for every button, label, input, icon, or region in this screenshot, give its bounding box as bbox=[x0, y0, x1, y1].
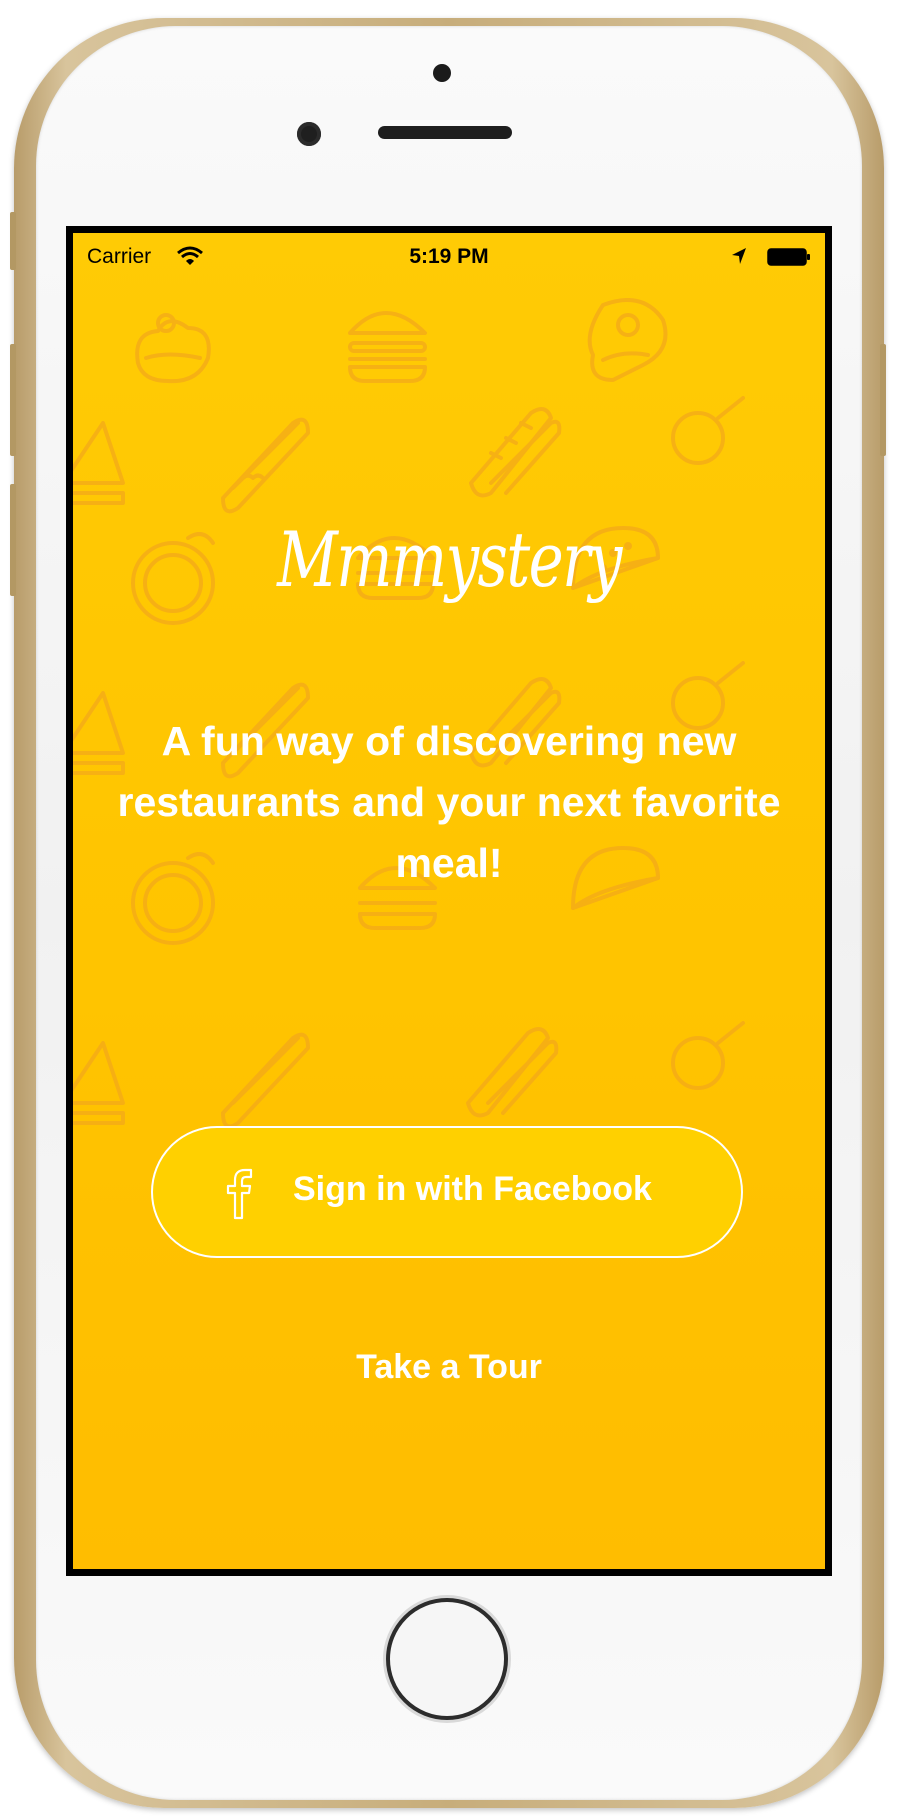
cake-icon bbox=[135, 313, 211, 384]
volume-down-button bbox=[10, 484, 16, 596]
sandwich-icon bbox=[73, 1041, 125, 1125]
facebook-icon bbox=[226, 1168, 253, 1220]
baguette-icon bbox=[466, 1027, 559, 1118]
baguette-icon bbox=[469, 407, 562, 498]
earpiece-speaker bbox=[378, 126, 512, 139]
take-a-tour-link[interactable]: Take a Tour bbox=[73, 1348, 825, 1387]
battery-icon bbox=[767, 248, 810, 266]
app-background: Carrier 5:19 PM Mmmystery A fun way of d… bbox=[73, 233, 825, 1569]
front-camera bbox=[297, 122, 321, 146]
proximity-sensor bbox=[433, 64, 451, 82]
chicken-leg-icon bbox=[671, 1021, 745, 1090]
burger-icon bbox=[348, 311, 427, 383]
sandwich-icon bbox=[73, 421, 125, 505]
hotdog-icon bbox=[221, 1032, 310, 1129]
mute-switch bbox=[10, 212, 16, 270]
status-bar: Carrier 5:19 PM bbox=[73, 233, 825, 277]
status-time: 5:19 PM bbox=[409, 245, 489, 268]
app-logo: Mmmystery bbox=[277, 515, 622, 604]
volume-up-button bbox=[10, 344, 16, 456]
chicken-leg-icon bbox=[671, 396, 745, 465]
hotdog-icon bbox=[221, 417, 310, 514]
tagline: A fun way of discovering new restaurants… bbox=[117, 718, 781, 886]
home-button[interactable] bbox=[386, 1598, 508, 1720]
facebook-signin-button[interactable]: Sign in with Facebook bbox=[151, 1126, 743, 1258]
power-button bbox=[880, 344, 886, 456]
facebook-signin-label: Sign in with Facebook bbox=[293, 1170, 652, 1208]
location-arrow-icon bbox=[732, 248, 746, 264]
screen: Carrier 5:19 PM Mmmystery A fun way of d… bbox=[66, 226, 832, 1576]
steak-icon bbox=[587, 298, 668, 382]
